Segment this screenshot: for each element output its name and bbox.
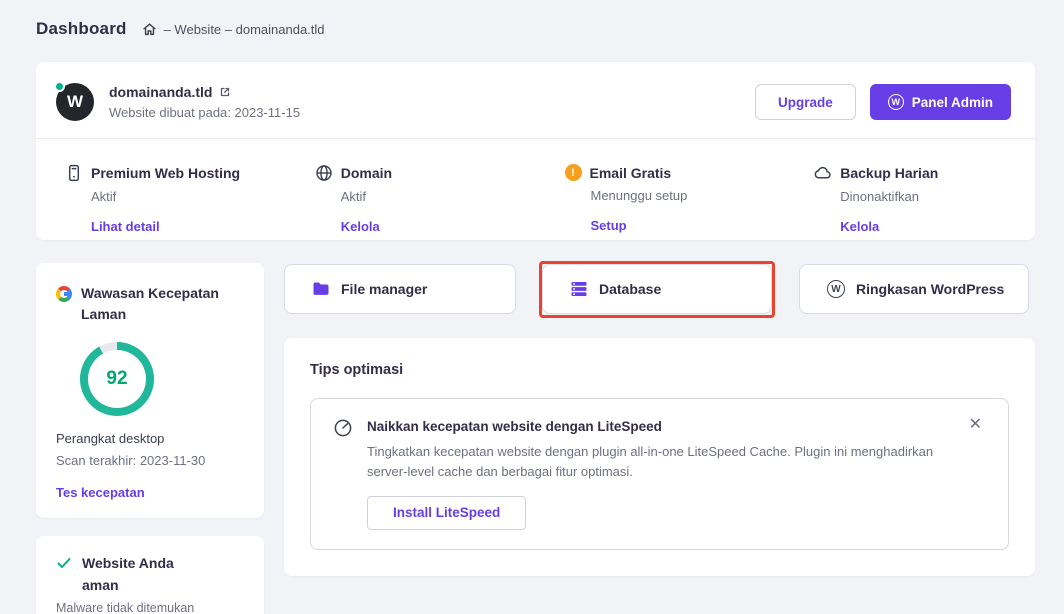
service-email: ! Email Gratis Menunggu setup Setup bbox=[536, 139, 786, 240]
optimization-tips-card: Tips optimasi Naikkan kecepatan website … bbox=[284, 338, 1035, 576]
service-backup: Backup Harian Dinonaktifkan Kelola bbox=[785, 139, 1035, 240]
service-label: Backup Harian bbox=[840, 165, 938, 181]
service-status: Dinonaktifkan bbox=[840, 189, 1027, 204]
speed-last-scan: Scan terakhir: 2023-11-30 bbox=[56, 453, 244, 468]
online-status-dot bbox=[54, 81, 65, 92]
database-card[interactable]: Database bbox=[542, 264, 772, 314]
speed-test-link[interactable]: Tes kecepatan bbox=[56, 485, 244, 500]
service-hosting: Premium Web Hosting Aktif Lihat detail bbox=[36, 139, 286, 240]
install-litespeed-button[interactable]: Install LiteSpeed bbox=[367, 496, 526, 530]
speed-score-ring: 92 bbox=[80, 342, 154, 416]
site-info: domainanda.tld Website dibuat pada: 2023… bbox=[109, 84, 300, 120]
wordpress-overview-label: Ringkasan WordPress bbox=[856, 281, 1004, 297]
speed-device-label: Perangkat desktop bbox=[56, 431, 244, 446]
speed-card-title: Wawasan Kecepatan Laman bbox=[81, 283, 231, 325]
site-created-date: Website dibuat pada: 2023-11-15 bbox=[109, 105, 300, 120]
site-domain: domainanda.tld bbox=[109, 84, 212, 100]
google-pagespeed-icon bbox=[56, 286, 72, 302]
site-avatar: W bbox=[56, 83, 94, 121]
service-status: Aktif bbox=[341, 189, 528, 204]
breadcrumb: – Website – domainanda.tld bbox=[142, 22, 325, 37]
site-header: W domainanda.tld Website dibuat pada: 20… bbox=[56, 82, 1011, 122]
site-card: W domainanda.tld Website dibuat pada: 20… bbox=[36, 62, 1035, 240]
service-link-domain[interactable]: Kelola bbox=[341, 219, 528, 234]
wordpress-overview-card[interactable]: W Ringkasan WordPress bbox=[799, 264, 1029, 314]
service-link-backup[interactable]: Kelola bbox=[840, 219, 1027, 234]
security-card: Website Anda aman Malware tidak ditemuka… bbox=[36, 536, 264, 614]
globe-icon bbox=[315, 164, 333, 182]
panel-admin-button[interactable]: W Panel Admin bbox=[870, 84, 1011, 120]
litespeed-banner: Naikkan kecepatan website dengan LiteSpe… bbox=[310, 398, 1009, 550]
banner-description: Tingkatkan kecepatan website dengan plug… bbox=[367, 442, 967, 482]
tips-heading: Tips optimasi bbox=[310, 362, 1009, 378]
page-title: Dashboard bbox=[36, 19, 127, 39]
file-manager-card[interactable]: File manager bbox=[284, 264, 516, 314]
service-domain: Domain Aktif Kelola bbox=[286, 139, 536, 240]
wordpress-icon: W bbox=[827, 280, 845, 298]
check-icon bbox=[56, 555, 72, 596]
close-icon[interactable]: ✕ bbox=[965, 413, 986, 437]
dashboard-page: Dashboard – Website – domainanda.tld W d… bbox=[0, 0, 1064, 614]
cloud-icon bbox=[814, 164, 832, 182]
banner-title: Naikkan kecepatan website dengan LiteSpe… bbox=[367, 419, 984, 434]
service-label: Email Gratis bbox=[590, 165, 672, 181]
wordpress-icon: W bbox=[888, 94, 904, 110]
security-title: Website Anda aman bbox=[82, 553, 192, 596]
folder-icon bbox=[312, 280, 330, 298]
speed-score-value: 92 bbox=[80, 342, 154, 416]
speedometer-icon bbox=[333, 418, 353, 438]
external-link-icon[interactable] bbox=[219, 86, 231, 98]
server-icon bbox=[65, 164, 83, 182]
speed-insights-card: Wawasan Kecepatan Laman 92 Perangkat des… bbox=[36, 263, 264, 518]
upgrade-button[interactable]: Upgrade bbox=[755, 84, 856, 120]
service-label: Domain bbox=[341, 165, 392, 181]
database-icon bbox=[570, 280, 588, 298]
service-status: Aktif bbox=[91, 189, 278, 204]
breadcrumb-text: – Website – domainanda.tld bbox=[164, 22, 325, 37]
service-link-email[interactable]: Setup bbox=[591, 218, 778, 233]
file-manager-label: File manager bbox=[341, 281, 427, 297]
service-status: Menunggu setup bbox=[591, 188, 778, 203]
database-label: Database bbox=[599, 281, 661, 297]
warning-icon: ! bbox=[565, 164, 582, 181]
service-label: Premium Web Hosting bbox=[91, 165, 240, 181]
service-link-hosting[interactable]: Lihat detail bbox=[91, 219, 278, 234]
home-icon[interactable] bbox=[142, 22, 157, 37]
services-row: Premium Web Hosting Aktif Lihat detail D… bbox=[36, 139, 1035, 240]
security-subtitle: Malware tidak ditemukan bbox=[56, 601, 244, 614]
topbar: Dashboard – Website – domainanda.tld bbox=[36, 19, 325, 39]
